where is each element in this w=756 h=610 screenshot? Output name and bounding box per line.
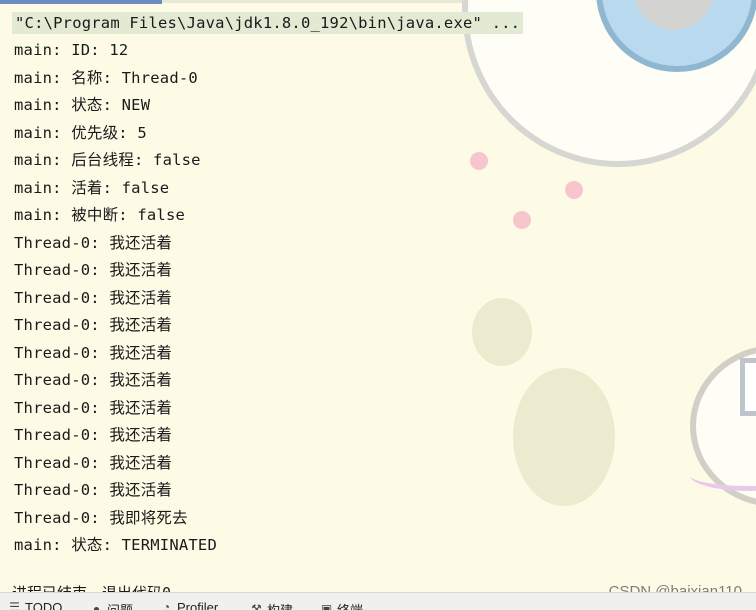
console-line: Thread-0: 我还活着 <box>14 454 173 472</box>
console-output-panel[interactable]: "C:\Program Files\Java\jdk1.8.0_192\bin\… <box>0 0 756 592</box>
panel-top-border <box>162 0 756 3</box>
console-line: Thread-0: 我还活着 <box>14 234 173 252</box>
console-line: main: 优先级: 5 <box>14 124 147 142</box>
console-line: main: 状态: TERMINATED <box>14 536 217 554</box>
console-line: Thread-0: 我还活着 <box>14 399 173 417</box>
console-line-partial: 进程已结束，退出代码0 <box>12 582 192 592</box>
csdn-watermark: CSDN @baixian110 <box>608 583 742 592</box>
console-line: main: ID: 12 <box>14 41 129 59</box>
console-line-partial-text: 进程已结束，退出代码0 <box>12 584 171 592</box>
console-line: main: 名称: Thread-0 <box>14 69 198 87</box>
console-line: Thread-0: 我还活着 <box>14 426 173 444</box>
console-line: main: 活着: false <box>14 179 170 197</box>
background-eye-pupil <box>634 0 714 30</box>
console-line: Thread-0: 我还活着 <box>14 261 173 279</box>
console-line: Thread-0: 我还活着 <box>14 481 173 499</box>
background-spot <box>472 298 532 366</box>
background-eye-iris <box>596 0 756 72</box>
progress-indicator <box>0 0 162 4</box>
background-spot <box>470 152 488 170</box>
background-spot <box>513 211 531 229</box>
console-line: Thread-0: 我还活着 <box>14 289 173 307</box>
background-spot <box>565 181 583 199</box>
console-line: Thread-0: 我还活着 <box>14 344 173 362</box>
background-mouth-shape <box>690 345 756 507</box>
console-line: main: 后台线程: false <box>14 151 201 169</box>
tool-window-bar: ☰ TODO ● 问题 ◔ Profiler ⚒ 构建 ▣ 终端 <box>0 592 756 610</box>
background-tooth-shape <box>740 358 756 416</box>
background-lip-shape <box>690 460 756 491</box>
console-line: Thread-0: 我还活着 <box>14 316 173 334</box>
console-line: Thread-0: 我即将死去 <box>14 509 188 527</box>
console-line: Thread-0: 我还活着 <box>14 371 173 389</box>
console-command-line[interactable]: "C:\Program Files\Java\jdk1.8.0_192\bin\… <box>12 12 524 34</box>
background-spot <box>513 368 615 506</box>
console-line: main: 被中断: false <box>14 206 186 224</box>
console-line: main: 状态: NEW <box>14 96 151 114</box>
